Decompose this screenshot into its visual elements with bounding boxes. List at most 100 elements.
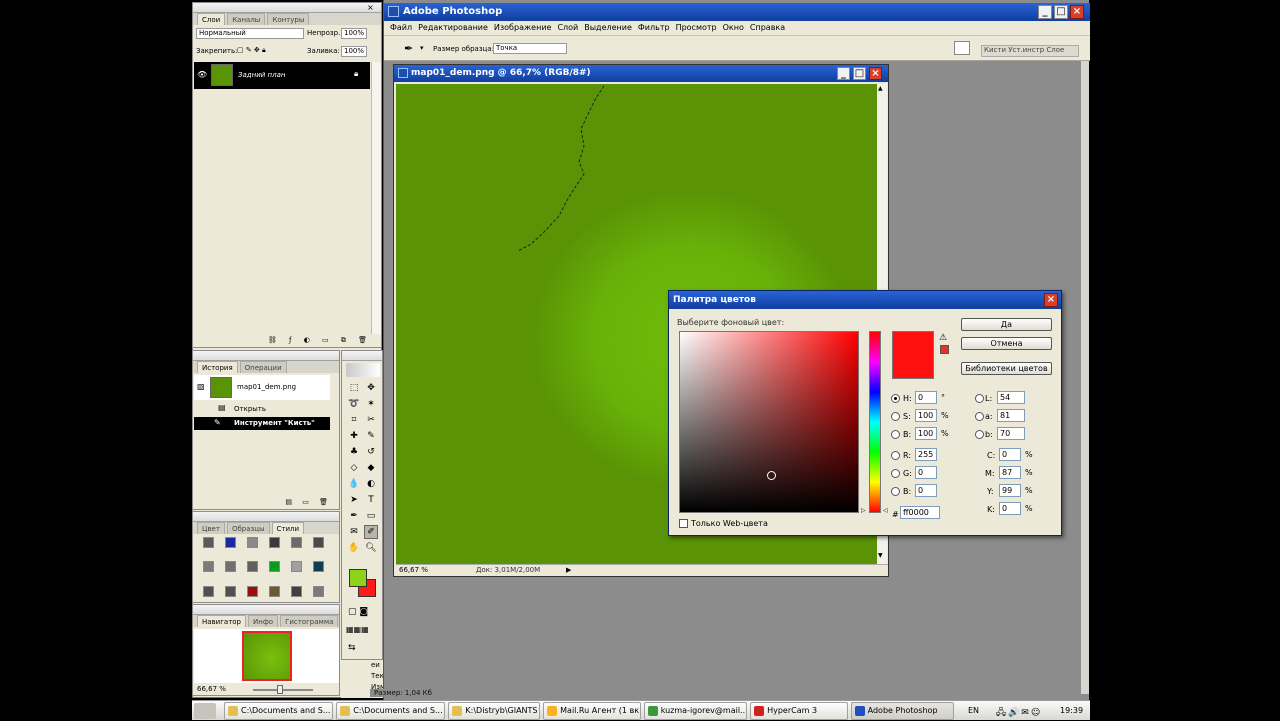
palette-well-icon[interactable] bbox=[954, 41, 970, 55]
tab-navigator[interactable]: Навигатор bbox=[197, 615, 246, 627]
h-field[interactable]: 0 bbox=[915, 391, 937, 404]
blend-mode-select[interactable]: Нормальный bbox=[196, 28, 304, 39]
style-swatch[interactable] bbox=[290, 585, 302, 597]
quick-mask-icons[interactable]: ▢ ◙ bbox=[348, 607, 378, 619]
h-radio[interactable] bbox=[891, 394, 900, 403]
screen-mode-icons[interactable]: ▦▦▦ bbox=[346, 625, 380, 637]
layer-row[interactable]: 👁︎ Задний план 🔒︎ bbox=[194, 62, 370, 89]
slice-tool-icon[interactable]: ✂ bbox=[364, 413, 378, 427]
color-field[interactable] bbox=[679, 331, 859, 513]
menu-item[interactable]: Окно bbox=[723, 21, 744, 35]
navigator-zoom-slider[interactable] bbox=[253, 689, 313, 691]
color-libraries-button[interactable]: Библиотеки цветов bbox=[961, 362, 1052, 375]
r-field[interactable]: 255 bbox=[915, 448, 937, 461]
blue-field[interactable]: 0 bbox=[915, 484, 937, 497]
path-selection-tool-icon[interactable]: ➤ bbox=[347, 493, 361, 507]
menu-item[interactable]: Фильтр bbox=[638, 21, 670, 35]
tab-color[interactable]: Цвет bbox=[197, 522, 225, 534]
eraser-tool-icon[interactable]: ◇ bbox=[347, 461, 361, 475]
pen-tool-icon[interactable]: ✒ bbox=[347, 509, 361, 523]
fill-field[interactable]: 100% bbox=[341, 46, 367, 57]
taskbar-item[interactable]: HyperCam 3 bbox=[750, 702, 848, 720]
style-swatch[interactable] bbox=[312, 537, 324, 548]
notes-tool-icon[interactable]: ✉ bbox=[347, 525, 361, 539]
zoom-tool-icon[interactable]: 🔍︎ bbox=[364, 541, 378, 555]
palette-well-tabs[interactable]: Кисти Уст.инстр Слое bbox=[981, 45, 1079, 57]
style-swatch[interactable] bbox=[202, 561, 214, 573]
tab-info[interactable]: Инфо bbox=[248, 615, 279, 627]
maximize-button[interactable]: □ bbox=[1054, 5, 1068, 19]
g-radio[interactable] bbox=[891, 469, 900, 478]
crop-tool-icon[interactable]: ⌗ bbox=[347, 413, 361, 427]
layers-palette-close-icon[interactable]: × bbox=[367, 3, 374, 12]
menu-item[interactable]: Просмотр bbox=[676, 21, 717, 35]
gamut-swatch[interactable] bbox=[940, 345, 949, 354]
jump-to-imageready-icon[interactable]: ⇆ bbox=[348, 643, 378, 655]
layers-scrollbar[interactable] bbox=[371, 62, 381, 334]
taskbar-item[interactable]: C:\Documents and S... bbox=[224, 702, 334, 720]
magic-wand-tool-icon[interactable]: ✶ bbox=[364, 397, 378, 411]
style-swatch[interactable] bbox=[290, 561, 302, 573]
lab-b-radio[interactable] bbox=[975, 430, 984, 439]
tab-layers[interactable]: Слои bbox=[197, 13, 226, 25]
b-radio[interactable] bbox=[891, 430, 900, 439]
minimize-button[interactable]: _ bbox=[1038, 5, 1052, 19]
foreground-color-swatch[interactable] bbox=[349, 569, 367, 587]
shape-tool-icon[interactable]: ▭ bbox=[364, 509, 378, 523]
taskbar-item[interactable]: Adobe Photoshop bbox=[850, 702, 955, 720]
lock-icons[interactable]: ▢ ✎ ✥ 🔒︎ bbox=[237, 46, 266, 55]
hex-field[interactable]: ff0000 bbox=[900, 506, 940, 519]
r-radio[interactable] bbox=[891, 451, 900, 460]
style-swatch[interactable] bbox=[268, 561, 280, 573]
menu-item[interactable]: Файл bbox=[390, 21, 412, 35]
taskbar-item[interactable]: kuzma-igorev@mail.... bbox=[643, 702, 748, 720]
menu-item[interactable]: Редактирование bbox=[418, 21, 488, 35]
tab-channels[interactable]: Каналы bbox=[227, 13, 266, 25]
history-item-open[interactable]: ▤ Открыть bbox=[194, 402, 330, 416]
navigator-preview[interactable] bbox=[194, 629, 339, 683]
scroll-up-icon[interactable]: ▲ bbox=[878, 85, 883, 92]
style-swatch[interactable] bbox=[246, 585, 258, 597]
tab-styles[interactable]: Стили bbox=[271, 522, 305, 534]
hand-tool-icon[interactable]: ✋ bbox=[347, 541, 361, 555]
clone-stamp-tool-icon[interactable]: ♣ bbox=[347, 445, 361, 459]
dodge-tool-icon[interactable]: ◐ bbox=[364, 477, 378, 491]
hue-slider-right-arrow-icon[interactable]: ◁ bbox=[883, 507, 888, 514]
history-snapshot-row[interactable]: ▧ map01_dem.png bbox=[194, 375, 330, 400]
menu-item[interactable]: Изображение bbox=[494, 21, 552, 35]
lab-b-field[interactable]: 70 bbox=[997, 427, 1025, 440]
tab-paths[interactable]: Контуры bbox=[267, 13, 310, 25]
taskbar-item[interactable]: C:\Documents and S... bbox=[336, 702, 446, 720]
style-swatch[interactable] bbox=[246, 537, 258, 548]
opacity-field[interactable]: 100% bbox=[341, 28, 367, 39]
ok-button[interactable]: Да bbox=[961, 318, 1052, 331]
a-field[interactable]: 81 bbox=[997, 409, 1025, 422]
c-field[interactable]: 0 bbox=[999, 448, 1021, 461]
tray-network-icon[interactable]: 🖧 bbox=[996, 708, 1008, 718]
brush-tool-icon[interactable]: ✎ bbox=[364, 429, 378, 443]
layer-visibility-icon[interactable]: 👁︎ bbox=[197, 70, 207, 79]
tab-histogram[interactable]: Гистограмма bbox=[280, 615, 339, 627]
style-swatch[interactable] bbox=[312, 561, 324, 573]
tab-history[interactable]: История bbox=[197, 361, 238, 373]
status-menu-arrow-icon[interactable]: ▶ bbox=[566, 566, 571, 574]
taskbar-item[interactable]: K:\Distryb\GIANTS E... bbox=[448, 702, 541, 720]
m-field[interactable]: 87 bbox=[999, 466, 1021, 479]
out-of-gamut-warning-icon[interactable]: ⚠ bbox=[939, 333, 947, 343]
a-radio[interactable] bbox=[975, 412, 984, 421]
tab-swatches[interactable]: Образцы bbox=[226, 522, 270, 534]
style-swatch[interactable] bbox=[224, 561, 236, 573]
style-swatch[interactable] bbox=[246, 561, 258, 573]
menu-item[interactable]: Слой bbox=[557, 21, 578, 35]
b-field[interactable]: 100 bbox=[915, 427, 937, 440]
eyedropper-tool-icon[interactable]: ✒ bbox=[404, 42, 413, 55]
type-tool-icon[interactable]: T bbox=[364, 493, 378, 507]
style-swatch[interactable] bbox=[224, 585, 236, 597]
navigator-zoom[interactable]: 66,67 % bbox=[197, 685, 226, 693]
l-field[interactable]: 54 bbox=[997, 391, 1025, 404]
move-tool-icon[interactable]: ✥ bbox=[364, 381, 378, 395]
color-picker-close-button[interactable]: × bbox=[1044, 293, 1058, 307]
scroll-down-icon[interactable]: ▼ bbox=[878, 552, 883, 559]
web-only-checkbox[interactable] bbox=[679, 519, 688, 528]
sample-size-select[interactable]: Точка bbox=[493, 43, 567, 54]
